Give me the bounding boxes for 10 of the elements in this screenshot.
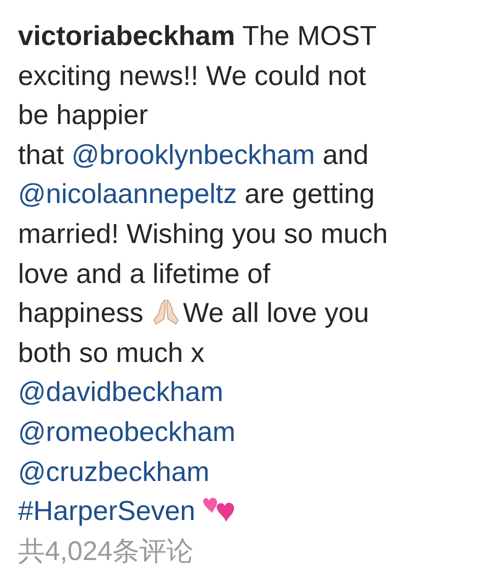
praying-hands-icon xyxy=(151,298,182,326)
mention-link[interactable]: @nicolaannepeltz xyxy=(18,178,238,210)
username-link[interactable]: victoriabeckham xyxy=(18,20,236,51)
mention-link[interactable]: @cruzbeckham xyxy=(18,456,210,487)
mention-link[interactable]: @davidbeckham xyxy=(18,376,224,408)
caption-text: victoriabeckham The MOST exciting news!! We could not be happier that @brooklynbeckham and @nicolaannepeltz are getting married! Wishing you so much love and a lifetime of happiness We all love you both so much x @davidbeckham @romeobeckham @cruzbeckham #HarperSeven xyxy=(18,19,389,528)
hearts-icon xyxy=(203,496,236,524)
hashtag-link[interactable]: #HarperSeven xyxy=(18,495,196,526)
mention-link[interactable]: @brooklynbeckham xyxy=(72,138,315,170)
mention-link[interactable]: @romeobeckham xyxy=(18,416,236,447)
